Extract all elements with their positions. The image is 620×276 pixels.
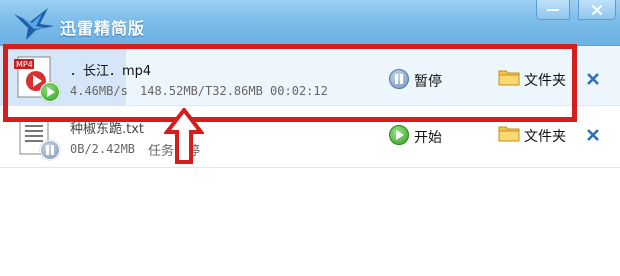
minimize-icon	[547, 8, 559, 11]
close-icon	[591, 4, 603, 15]
minimize-button[interactable]	[536, 0, 570, 20]
pause-icon	[46, 145, 54, 155]
up-arrow-annotation-icon	[164, 108, 204, 164]
task-status-badge	[40, 140, 60, 160]
folder-icon	[498, 126, 520, 142]
highlight-box	[3, 44, 577, 122]
task-size: 0B/2.42MB	[70, 142, 136, 156]
title-bar: 迅雷精简版	[0, 0, 620, 46]
start-label: 开始	[414, 130, 442, 146]
thunder-bird-logo-icon	[14, 8, 54, 40]
folder-label: 文件夹	[524, 129, 566, 145]
open-folder-button[interactable]: 文件夹	[498, 123, 578, 145]
start-button[interactable]: 开始	[389, 124, 459, 146]
app-title: 迅雷精简版	[60, 19, 146, 38]
delete-icon[interactable]	[586, 128, 600, 142]
close-button[interactable]	[578, 0, 616, 20]
play-icon	[389, 125, 409, 145]
delete-icon[interactable]	[586, 72, 600, 86]
